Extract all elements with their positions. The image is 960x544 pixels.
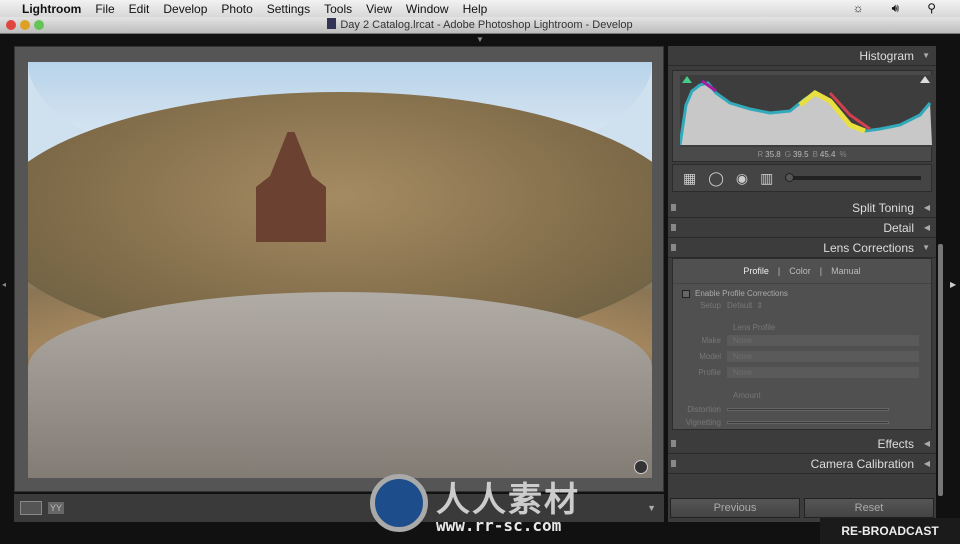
close-button[interactable]	[6, 20, 16, 30]
expand-icon: ◀	[923, 459, 930, 468]
enable-profile-label: Enable Profile Corrections	[695, 289, 788, 298]
setup-label: Setup	[700, 301, 721, 310]
menu-bar: Lightroom File Edit Develop Photo Settin…	[0, 0, 960, 17]
histogram-title: Histogram	[859, 49, 914, 63]
loupe-view-button[interactable]	[20, 501, 42, 515]
profile-label: Profile	[698, 368, 721, 377]
top-panel-toggle-icon[interactable]: ▼	[476, 35, 484, 44]
rebroadcast-badge: RE-BROADCAST	[820, 518, 960, 544]
distortion-label: Distortion	[687, 405, 721, 414]
image-view[interactable]	[14, 46, 664, 492]
left-panel-toggle-icon[interactable]: ◂	[2, 280, 6, 289]
lens-profile-heading: Lens Profile	[733, 323, 776, 332]
tab-profile[interactable]: Profile	[743, 266, 769, 276]
expand-icon: ◀	[923, 439, 930, 448]
menu-edit[interactable]: Edit	[129, 2, 150, 16]
distortion-slider[interactable]	[727, 408, 889, 411]
enable-profile-checkbox[interactable]	[682, 289, 690, 298]
vignetting-label: Vignetting	[685, 418, 721, 427]
vignetting-slider[interactable]	[727, 421, 889, 424]
photo	[28, 62, 652, 478]
menu-help[interactable]: Help	[463, 2, 488, 16]
panel-lens-corrections[interactable]: Lens Corrections ▼	[668, 238, 936, 258]
document-icon	[327, 18, 337, 29]
panel-scrollbar[interactable]	[938, 244, 943, 496]
panel-switch[interactable]	[671, 440, 676, 447]
crop-overlay-icon[interactable]: ▦	[683, 170, 696, 187]
menu-photo[interactable]: Photo	[221, 2, 252, 16]
model-label: Model	[699, 352, 721, 361]
model-select[interactable]: None	[727, 351, 919, 362]
menu-view[interactable]: View	[366, 2, 392, 16]
panel-switch[interactable]	[671, 204, 676, 211]
adjustment-brush-slider[interactable]	[785, 173, 921, 182]
histogram-graph	[680, 75, 932, 147]
watermark-logo: 人人素材 www.rr-sc.com	[370, 470, 610, 540]
make-select[interactable]: None	[727, 335, 919, 346]
title-bar: Day 2 Catalog.lrcat - Adobe Photoshop Li…	[0, 17, 960, 34]
info-icon[interactable]	[634, 460, 648, 474]
rgb-readout: R 35.8 G 39.5 B 45.4%	[757, 150, 847, 159]
amount-heading: Amount	[733, 391, 761, 400]
window-title: Day 2 Catalog.lrcat - Adobe Photoshop Li…	[340, 19, 633, 31]
spotlight-search-icon[interactable]: ⚲	[927, 1, 936, 16]
menu-tools[interactable]: Tools	[324, 2, 352, 16]
panel-camera-calibration[interactable]: Camera Calibration ◀	[668, 454, 936, 474]
panel-split-toning[interactable]: Split Toning ◀	[668, 198, 936, 218]
tool-strip: ▦ ◯ ◉ ▥	[672, 164, 932, 192]
before-after-button[interactable]: YY	[48, 502, 65, 514]
menu-develop[interactable]: Develop	[163, 2, 207, 16]
tab-manual[interactable]: Manual	[831, 266, 861, 276]
panel-histogram[interactable]: Histogram ▼	[668, 46, 936, 66]
collapse-icon: ▼	[922, 243, 930, 252]
graduated-filter-icon[interactable]: ▥	[760, 170, 773, 187]
panel-detail[interactable]: Detail ◀	[668, 218, 936, 238]
menu-app[interactable]: Lightroom	[22, 2, 81, 16]
collapse-icon: ▼	[922, 51, 930, 60]
red-eye-icon[interactable]: ◉	[736, 170, 748, 187]
profile-select[interactable]: None	[727, 367, 919, 378]
reset-button[interactable]: Reset	[804, 498, 934, 518]
panel-switch[interactable]	[671, 244, 676, 251]
brightness-icon[interactable]: ☼	[853, 1, 864, 16]
panel-switch[interactable]	[671, 460, 676, 467]
setup-select[interactable]: Default	[727, 301, 752, 310]
histogram[interactable]: R 35.8 G 39.5 B 45.4%	[672, 70, 932, 162]
panel-effects[interactable]: Effects ◀	[668, 434, 936, 454]
right-panel: Histogram ▼ R 35.8 G 39.5 B 45.4% ▦ ◯ ◉ ▥ Spli…	[668, 46, 936, 522]
panel-switch[interactable]	[671, 224, 676, 231]
expand-icon: ◀	[923, 223, 930, 232]
make-label: Make	[701, 336, 721, 345]
minimize-button[interactable]	[20, 20, 30, 30]
tab-color[interactable]: Color	[789, 266, 811, 276]
expand-icon: ◀	[923, 203, 930, 212]
spot-removal-icon[interactable]: ◯	[708, 170, 724, 187]
toolbar-menu-icon[interactable]: ▼	[647, 503, 656, 513]
menu-settings[interactable]: Settings	[267, 2, 310, 16]
right-panel-toggle-icon[interactable]: ▶	[950, 280, 956, 289]
lens-corrections-body: Profile | Color | Manual Enable Profile Corr…	[672, 258, 932, 430]
previous-button[interactable]: Previous	[670, 498, 800, 518]
volume-icon[interactable]: 🔊︎	[892, 1, 900, 16]
zoom-button[interactable]	[34, 20, 44, 30]
menu-file[interactable]: File	[95, 2, 114, 16]
menu-window[interactable]: Window	[406, 2, 449, 16]
